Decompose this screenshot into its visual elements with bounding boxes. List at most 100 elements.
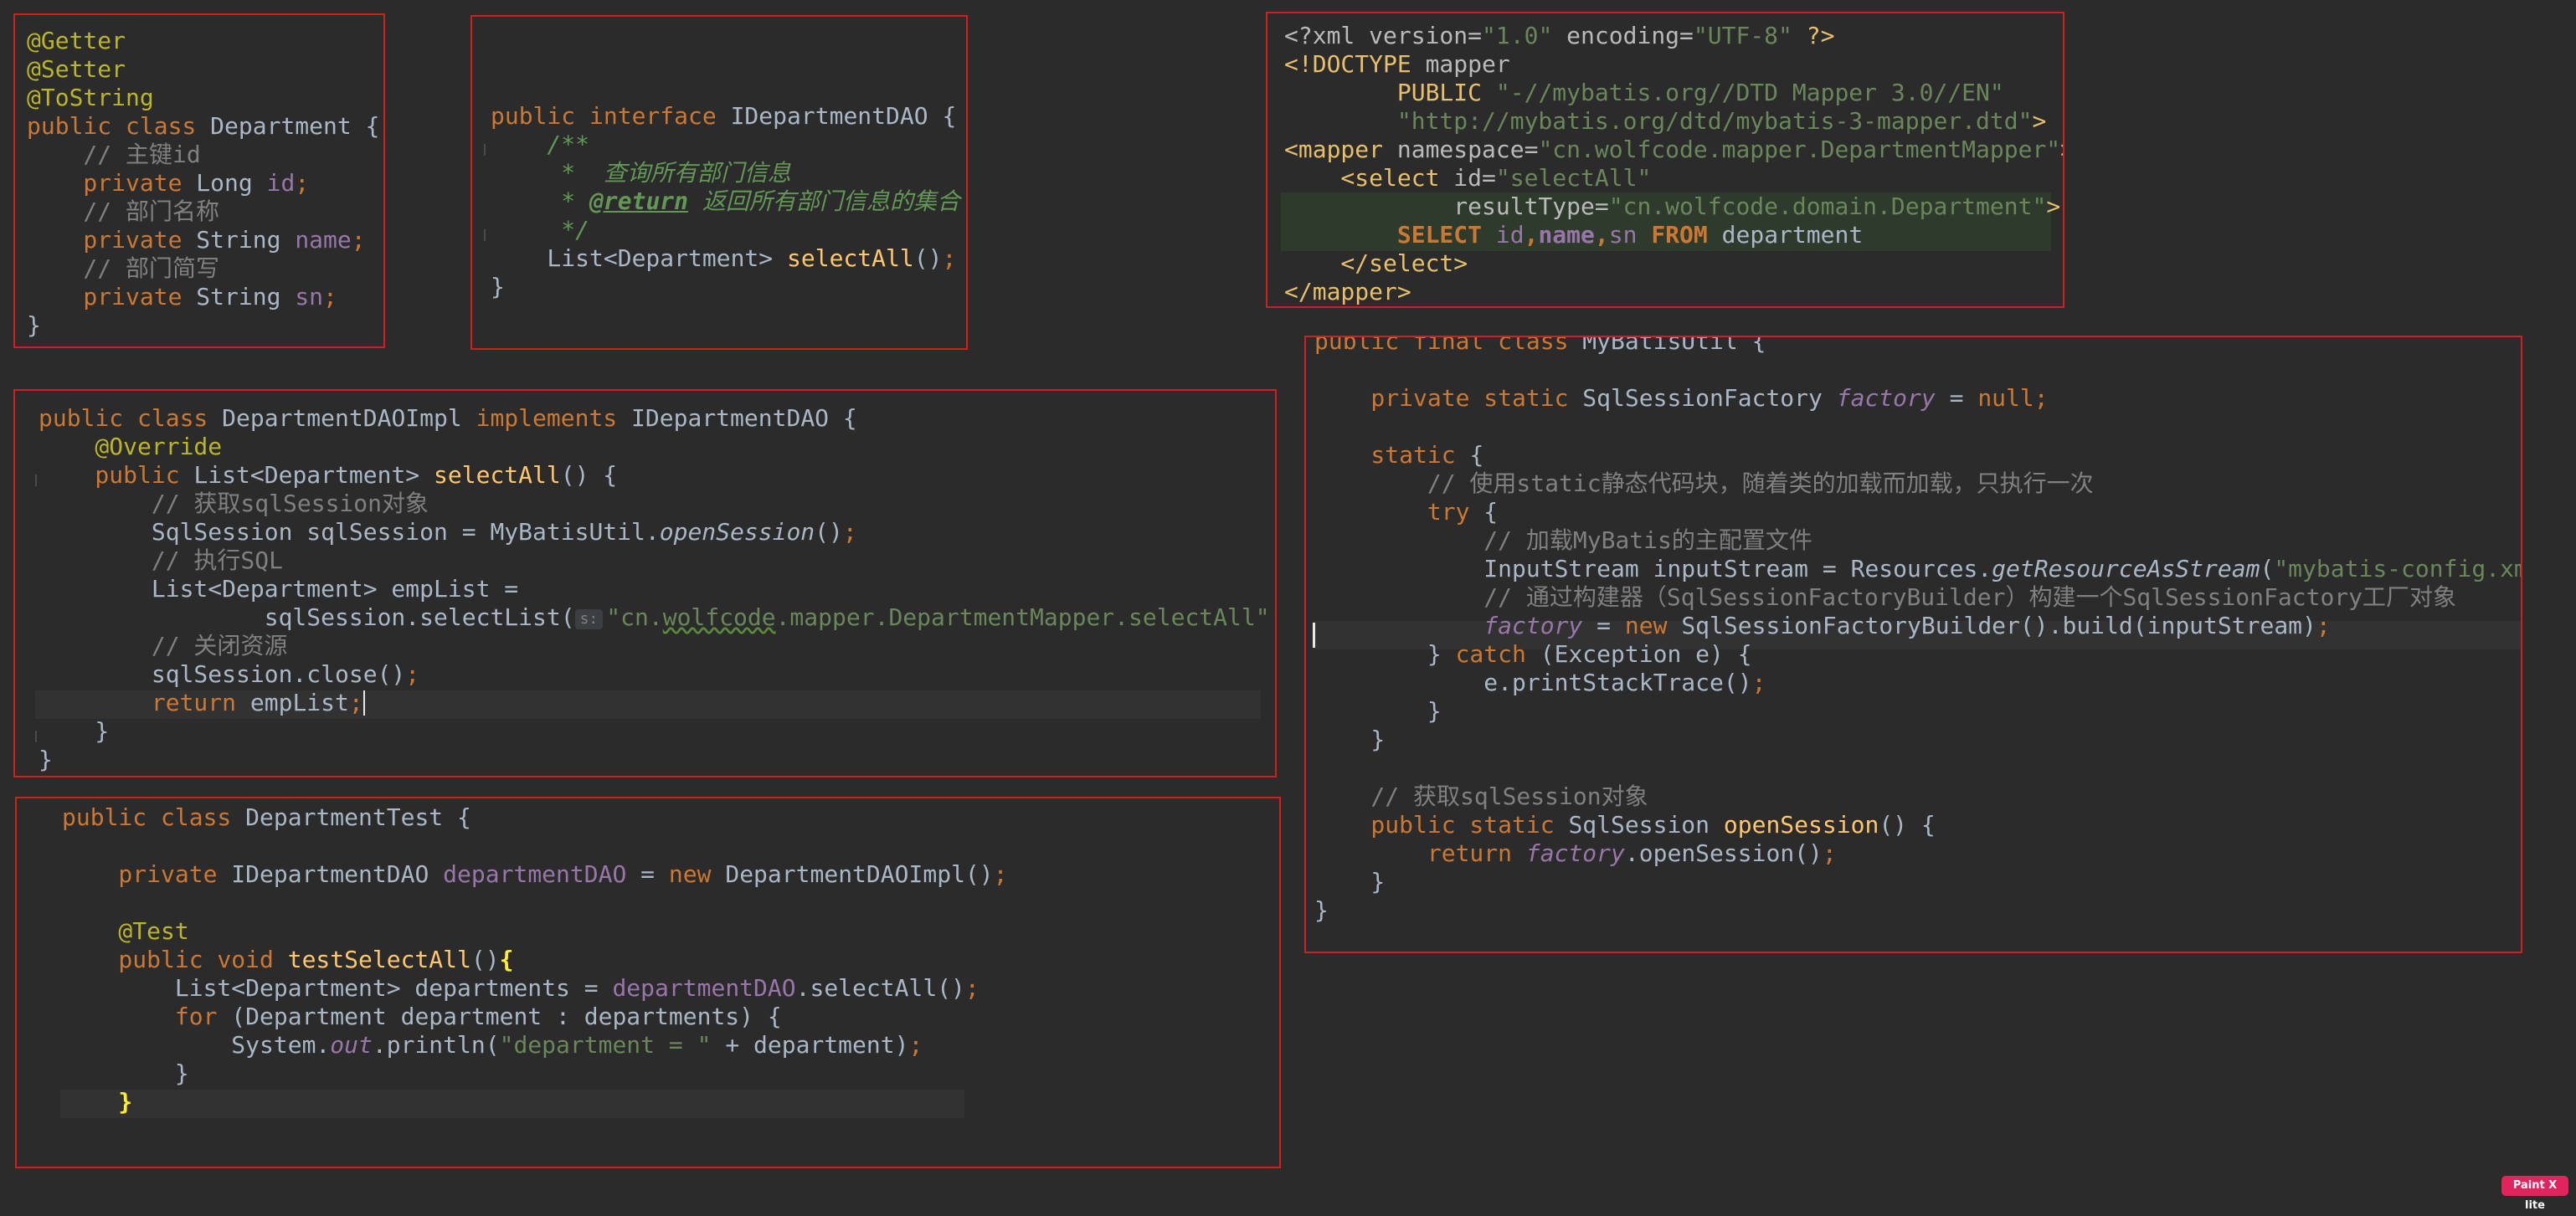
code-token: factory <box>1314 612 1583 639</box>
code-token: try <box>1314 498 1484 526</box>
current-line-highlight <box>60 1090 964 1118</box>
code-token: sn <box>295 283 324 310</box>
code-token: testSelectAll <box>287 946 471 973</box>
code-token: wolfcode <box>662 603 776 631</box>
code-token: SELECT <box>1284 221 1496 249</box>
code-token: Department { <box>210 112 380 140</box>
code-token: InputStream inputStream = Resources. <box>1314 555 1992 582</box>
code-token: for <box>62 1003 232 1030</box>
code-token: IDepartmentDAO { <box>631 404 857 432</box>
code-token: public class <box>39 404 223 432</box>
code-line: /** <box>491 131 589 159</box>
code-token: @Getter <box>27 27 126 54</box>
code-line: return factory.openSession(); <box>1314 839 1837 868</box>
code-token: "department = " <box>499 1031 712 1059</box>
code-token: System. <box>62 1031 331 1059</box>
code-line: // 部门简写 <box>27 254 219 283</box>
code-line: } <box>39 717 109 746</box>
code-line: // 执行SQL <box>39 546 283 575</box>
code-token: // 部门名称 <box>27 198 220 225</box>
code-token: ; <box>323 283 337 310</box>
code-token: @Setter <box>27 55 126 83</box>
code-line: factory = new SqlSessionFactoryBuilder()… <box>1314 612 2330 640</box>
code-token: ; <box>348 689 363 716</box>
code-line: SqlSession sqlSession = MyBatisUtil.open… <box>39 518 857 546</box>
code-token: <?xml version= <box>1284 22 1483 49</box>
code-token: ; <box>295 169 310 197</box>
code-token: // 加载MyBatis的主配置文件 <box>1314 526 1812 554</box>
code-token: sqlSession.selectList( <box>39 603 575 631</box>
code-line: * @return 返回所有部门信息的集合 <box>491 187 960 216</box>
code-token: <!DOCTYPE <box>1284 50 1426 78</box>
code-token: } <box>1314 896 1329 924</box>
code-token: null; <box>1977 384 2049 412</box>
code-token: // 关闭资源 <box>39 632 288 659</box>
code-token: id <box>266 169 296 197</box>
code-token: public void <box>62 946 288 973</box>
code-token: ; <box>993 860 1008 888</box>
text-cursor <box>362 690 365 716</box>
code-token: departmentDAO <box>443 860 627 888</box>
code-token: </mapper> <box>1284 278 1411 305</box>
mybatis-util-panel: public final class MyBatisUtil { private… <box>1304 336 2522 953</box>
code-line: } <box>1314 697 1442 726</box>
code-line: PUBLIC "-//mybatis.org//DTD Mapper 3.0//… <box>1284 79 2004 107</box>
code-token: } <box>39 746 53 773</box>
code-line: // 获取sqlSession对象 <box>39 490 429 518</box>
code-token: private <box>27 283 197 310</box>
code-token: ) <box>1270 603 1275 631</box>
code-token: .selectAll() <box>795 974 965 1002</box>
code-line: public class Department { <box>27 112 379 141</box>
dao-impl-panel: public class DepartmentDAOImpl implement… <box>13 389 1277 777</box>
code-line: @Setter <box>27 55 126 84</box>
code-token: // 主键id <box>27 141 201 168</box>
code-token: sn <box>1608 221 1638 249</box>
code-line: return empList; <box>39 689 365 717</box>
code-line: List<Department> selectAll(); <box>491 244 956 273</box>
code-line: for (Department department : departments… <box>62 1003 782 1031</box>
code-token: return <box>1314 839 1526 867</box>
code-token: selectAll <box>434 461 561 489</box>
fold-marker <box>35 731 37 742</box>
code-token: "cn.wolfcode.domain.Department" <box>1608 192 2047 220</box>
code-token: ; <box>942 244 957 272</box>
code-line: public class DepartmentTest { <box>62 803 471 832</box>
code-line: List<Department> empList = <box>39 575 518 603</box>
code-line: sqlSession.selectList(s: "cn.wolfcode.map… <box>39 603 1275 632</box>
code-token: List<Department> departments = <box>62 974 613 1002</box>
code-token: getResourceAsStream <box>1992 555 2260 582</box>
parameter-hint: s: <box>574 609 604 629</box>
code-token: factory <box>1525 839 1625 867</box>
code-token: openSession <box>1723 811 1879 839</box>
code-token: PUBLIC <box>1284 79 1496 106</box>
code-token: @Override <box>39 433 223 460</box>
code-token: , <box>1524 221 1539 249</box>
code-line: @Test <box>62 917 188 946</box>
code-line: */ <box>491 216 589 244</box>
code-token: "cn.wolfcode.mapper.DepartmentMapper" <box>1538 136 2061 163</box>
code-token: // 通过构建器（SqlSessionFactoryBuilder）构建一个Sq… <box>1314 583 2457 611</box>
code-token: ; <box>842 518 857 546</box>
code-token: openSession <box>659 518 815 546</box>
code-line: InputStream inputStream = Resources.getR… <box>1314 555 2521 583</box>
code-token: "mybatis-config.xml" <box>2274 555 2521 582</box>
code-token: () <box>470 946 500 973</box>
code-token: </select> <box>1284 249 1468 277</box>
code-line: </select> <box>1284 249 1468 278</box>
code-token: } <box>491 273 505 300</box>
mapper-xml-panel: <?xml version="1.0" encoding="UTF-8" ?> <… <box>1266 12 2064 308</box>
code-line: <mapper namespace="cn.wolfcode.mapper.De… <box>1284 136 2063 164</box>
code-line: public class DepartmentDAOImpl implement… <box>39 404 857 433</box>
code-token: e.printStackTrace() <box>1314 669 1752 696</box>
code-line: } <box>1314 726 1385 754</box>
code-token: // 执行SQL <box>39 546 284 574</box>
code-line: } <box>62 1088 132 1116</box>
code-line: static { <box>1314 441 1483 469</box>
code-token: private static <box>1314 384 1583 412</box>
code-token: <select <box>1284 164 1454 192</box>
code-token: department <box>1721 221 1864 249</box>
code-token: new <box>1624 612 1682 639</box>
code-line: private static SqlSessionFactory factory… <box>1314 384 2049 413</box>
code-line: } <box>39 746 53 774</box>
code-token: > <box>2032 107 2047 135</box>
